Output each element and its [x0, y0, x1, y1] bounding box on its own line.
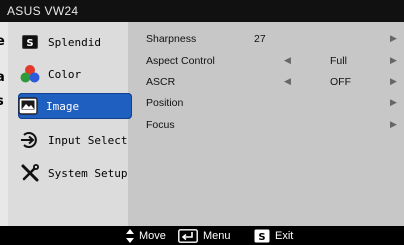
sidebar: S Splendid Color Image Input Select Syst…	[8, 22, 132, 226]
footer-menu: Menu	[178, 228, 231, 243]
setting-value: 27	[254, 33, 266, 45]
left-arrow-icon[interactable]: ◀	[284, 76, 291, 87]
svg-text:S: S	[26, 38, 33, 49]
footer-move: Move	[126, 228, 166, 243]
setting-label: Focus	[146, 119, 175, 131]
sidebar-item-color[interactable]: Color	[20, 62, 132, 86]
enter-key-icon	[178, 228, 198, 243]
setting-row-position[interactable]: Position ▶	[146, 97, 397, 113]
window-title: ASUS VW24	[7, 4, 79, 18]
setting-label: Aspect Control	[146, 55, 215, 67]
s-key-icon: S	[254, 229, 270, 243]
sidebar-item-label: Input Select	[48, 133, 128, 147]
splendid-s-icon: S	[20, 32, 40, 52]
setting-option: OFF	[330, 76, 351, 88]
footer-menu-label: Menu	[203, 229, 231, 242]
setting-label: Sharpness	[146, 33, 197, 45]
setting-row-ascr[interactable]: ASCR ◀ OFF ▶	[146, 76, 397, 92]
wrench-screwdriver-icon	[20, 163, 40, 183]
image-icon	[18, 96, 38, 116]
setting-label: ASCR	[146, 76, 176, 88]
right-arrow-icon[interactable]: ▶	[390, 55, 397, 66]
s-key-letter: S	[258, 232, 265, 243]
setting-row-sharpness[interactable]: Sharpness 27 ▶	[146, 33, 397, 49]
footer-exit: S Exit	[254, 228, 293, 243]
right-arrow-icon[interactable]: ▶	[390, 76, 397, 87]
edge-glyph: a	[0, 70, 5, 85]
sidebar-item-image[interactable]: Image	[18, 93, 132, 119]
edge-glyph: e	[0, 34, 5, 49]
title-bar: ASUS VW24	[0, 0, 404, 22]
sidebar-item-label: Image	[46, 99, 80, 113]
osd-window: ASUS VW24 e a s S Splendid	[0, 0, 404, 245]
input-arrow-icon	[20, 130, 40, 150]
setting-label: Position	[146, 97, 184, 109]
setting-option: Full	[330, 55, 347, 67]
right-arrow-icon: ▶	[390, 119, 397, 129]
footer-hint-bar: Move Menu S Exit	[0, 226, 404, 245]
sidebar-item-label: Color	[48, 67, 82, 81]
footer-move-label: Move	[139, 229, 166, 242]
left-arrow-icon[interactable]: ◀	[284, 55, 291, 66]
edge-glyph: s	[0, 94, 4, 109]
up-down-arrows-icon	[126, 228, 134, 243]
setting-row-focus[interactable]: Focus ▶	[146, 119, 397, 135]
sidebar-item-label: System Setup	[48, 166, 128, 180]
right-arrow-icon: ▶	[390, 97, 397, 107]
setting-row-aspect-control[interactable]: Aspect Control ◀ Full ▶	[146, 55, 397, 71]
footer-exit-label: Exit	[275, 229, 294, 242]
sidebar-item-system-setup[interactable]: System Setup	[20, 161, 132, 185]
right-arrow-icon: ▶	[390, 33, 397, 43]
sidebar-item-label: Splendid	[48, 35, 101, 49]
sidebar-item-splendid[interactable]: S Splendid	[20, 30, 132, 54]
background-edge: e a s	[0, 22, 8, 226]
color-dots-icon	[20, 64, 40, 84]
sidebar-item-input-select[interactable]: Input Select	[20, 128, 132, 152]
